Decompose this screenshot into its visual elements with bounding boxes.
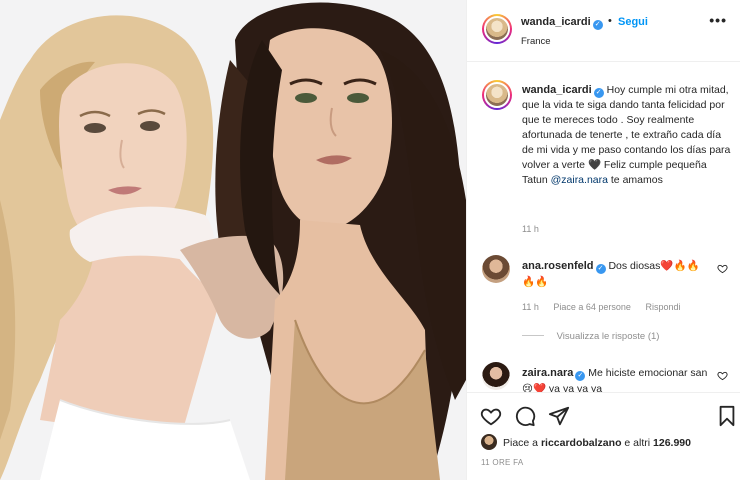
post-date: 11 ORE FA [481,458,524,467]
post-actions: Piace a riccardobalzano e altri 126.990 … [467,392,740,480]
caption-time: 11 h [522,224,539,234]
comment-time: 11 h [522,302,539,312]
likes-count[interactable]: 126.990 [653,437,691,449]
comment-heart-icon[interactable] [717,370,728,381]
comment-username[interactable]: ana.rosenfeld ✓ [522,260,606,274]
caption-body: Hoy cumple mi otra mitad, que la vida te… [522,84,731,186]
caption-username[interactable]: wanda_icardi ✓ [522,84,604,98]
comment-heart-icon[interactable] [717,263,728,274]
caption-mention[interactable]: @zaira.nara [551,174,608,186]
likes-user[interactable]: riccardobalzano [541,437,622,449]
post-location[interactable]: France [521,36,551,47]
verified-icon: ✓ [575,371,586,381]
comment-icon[interactable] [514,405,536,427]
comment-username[interactable]: zaira.nara ✓ [522,367,586,381]
verified-icon: ✓ [595,264,606,274]
author-username-text[interactable]: wanda_icardi [521,16,591,28]
follow-button[interactable]: Segui [618,16,648,28]
reply-button[interactable]: Rispondi [645,302,680,312]
likes-suffix: e altri [624,437,651,449]
caption-avatar[interactable] [482,80,512,110]
comment-avatar[interactable] [482,362,510,390]
bookmark-icon[interactable] [716,405,738,427]
post-header: wanda_icardi ✓ • Segui France ••• [467,0,740,62]
post-photo-illustration [0,0,466,480]
heart-icon[interactable] [480,405,502,427]
caption-text: wanda_icardi ✓ Hoy cumple mi otra mitad, … [522,83,732,188]
verified-icon: ✓ [593,88,604,98]
verified-icon: ✓ [592,20,603,30]
more-icon[interactable]: ••• [709,12,727,28]
share-icon[interactable] [548,405,570,427]
post-photo[interactable] [0,0,466,480]
liker-avatar[interactable] [481,434,497,450]
comment-text: ana.rosenfeld ✓ Dos diosas❤️🔥🔥🔥🔥 [522,258,712,290]
author-username[interactable]: wanda_icardi ✓ [521,16,603,30]
likes-summary: Piace a riccardobalzano e altri 126.990 [503,437,691,449]
author-avatar[interactable] [482,14,512,44]
likes-prefix: Piace a [503,437,539,449]
caption-ending: te amamos [610,174,663,186]
comment-meta: 11 h Piace a 64 persone Rispondi [522,302,692,312]
view-replies-button[interactable]: Visualizza le risposte (1) [522,331,660,342]
comment-avatar[interactable] [482,255,510,283]
header-separator: • [608,15,612,27]
post-side-panel: wanda_icardi ✓ • Segui France ••• wanda_i… [466,0,740,480]
comment-likes[interactable]: Piace a 64 persone [553,302,631,312]
